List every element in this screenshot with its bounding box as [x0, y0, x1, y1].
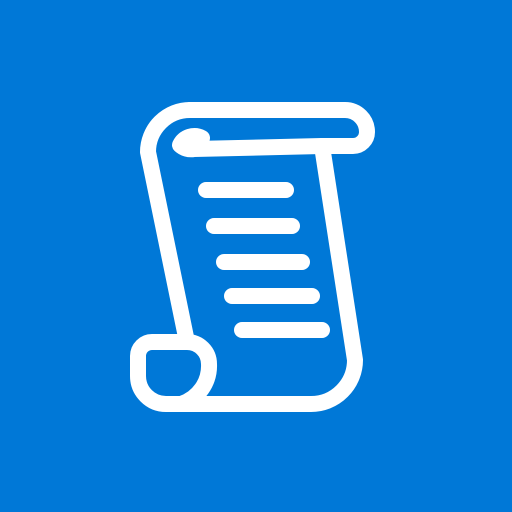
scroll-document-icon — [0, 0, 512, 512]
app-icon-tile — [0, 0, 512, 512]
